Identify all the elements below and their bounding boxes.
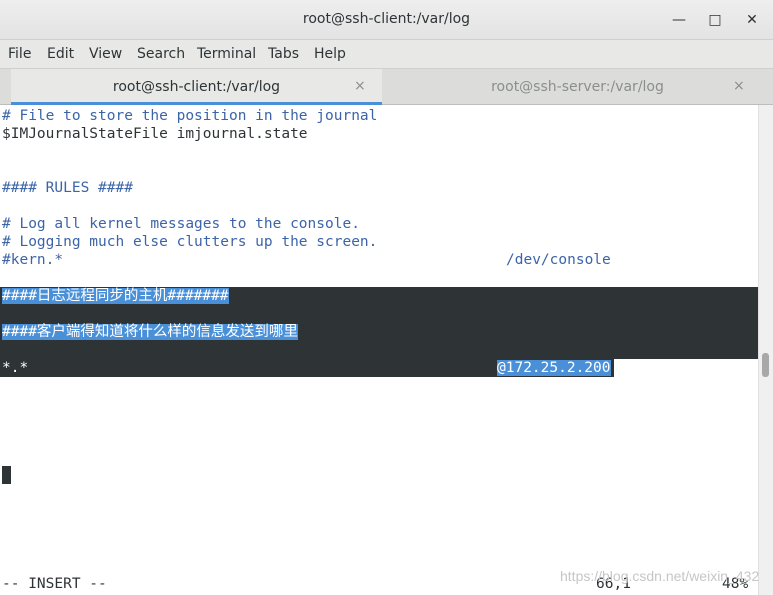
watermark: https://blog.csdn.net/weixin_432: [560, 568, 760, 584]
terminal-line: #kern.*: [2, 252, 64, 268]
menu-edit[interactable]: Edit: [47, 46, 74, 62]
selected-text: ####日志远程同步的主机#######: [2, 288, 229, 304]
menu-file[interactable]: File: [8, 46, 31, 62]
tab-label: root@ssh-server:/var/log: [491, 79, 664, 95]
tab-label: root@ssh-client:/var/log: [112, 79, 281, 95]
scrollbar[interactable]: [758, 105, 773, 595]
menu-bar: File Edit View Search Terminal Tabs Help: [0, 40, 773, 68]
terminal-line: ####日志远程同步的主机#######: [2, 287, 229, 305]
selected-text: @172.25.2.200: [497, 360, 611, 376]
terminal-view[interactable]: # File to store the position in the jour…: [0, 105, 758, 595]
menu-search[interactable]: Search: [137, 46, 185, 62]
terminal-line: # Logging much else clutters up the scre…: [2, 234, 378, 250]
minimize-icon[interactable]: —: [669, 10, 689, 30]
tab-close-icon[interactable]: ×: [733, 78, 745, 94]
terminal-line: #### RULES ####: [2, 180, 133, 196]
terminal-line: $IMJournalStateFile imjournal.state: [2, 126, 308, 142]
tab-ssh-server[interactable]: root@ssh-server:/var/log ×: [382, 69, 773, 105]
title-bar: root@ssh-client:/var/log — □ ✕: [0, 0, 773, 40]
menu-help[interactable]: Help: [314, 46, 346, 62]
terminal-line: /dev/console: [506, 252, 611, 268]
scrollbar-thumb[interactable]: [762, 353, 769, 377]
menu-tabs[interactable]: Tabs: [268, 46, 299, 62]
menu-terminal[interactable]: Terminal: [197, 46, 256, 62]
text-cursor: [2, 466, 11, 484]
selected-text: ####客户端得知道将什么样的信息发送到哪里: [2, 324, 298, 340]
terminal-line: *.*: [2, 360, 29, 376]
tab-ssh-client[interactable]: root@ssh-client:/var/log ×: [11, 69, 382, 105]
menu-view[interactable]: View: [89, 46, 122, 62]
terminal-line: ####客户端得知道将什么样的信息发送到哪里: [2, 323, 298, 341]
vim-mode-indicator: -- INSERT --: [2, 576, 107, 592]
tab-close-icon[interactable]: ×: [354, 78, 366, 94]
window-title: root@ssh-client:/var/log: [302, 11, 471, 27]
terminal-line: @172.25.2.200: [497, 359, 611, 377]
terminal-line: # Log all kernel messages to the console…: [2, 216, 360, 232]
tab-bar: root@ssh-client:/var/log × root@ssh-serv…: [0, 68, 773, 105]
close-window-icon[interactable]: ✕: [742, 10, 762, 30]
maximize-icon[interactable]: □: [705, 10, 725, 30]
terminal-line: # File to store the position in the jour…: [2, 108, 378, 124]
